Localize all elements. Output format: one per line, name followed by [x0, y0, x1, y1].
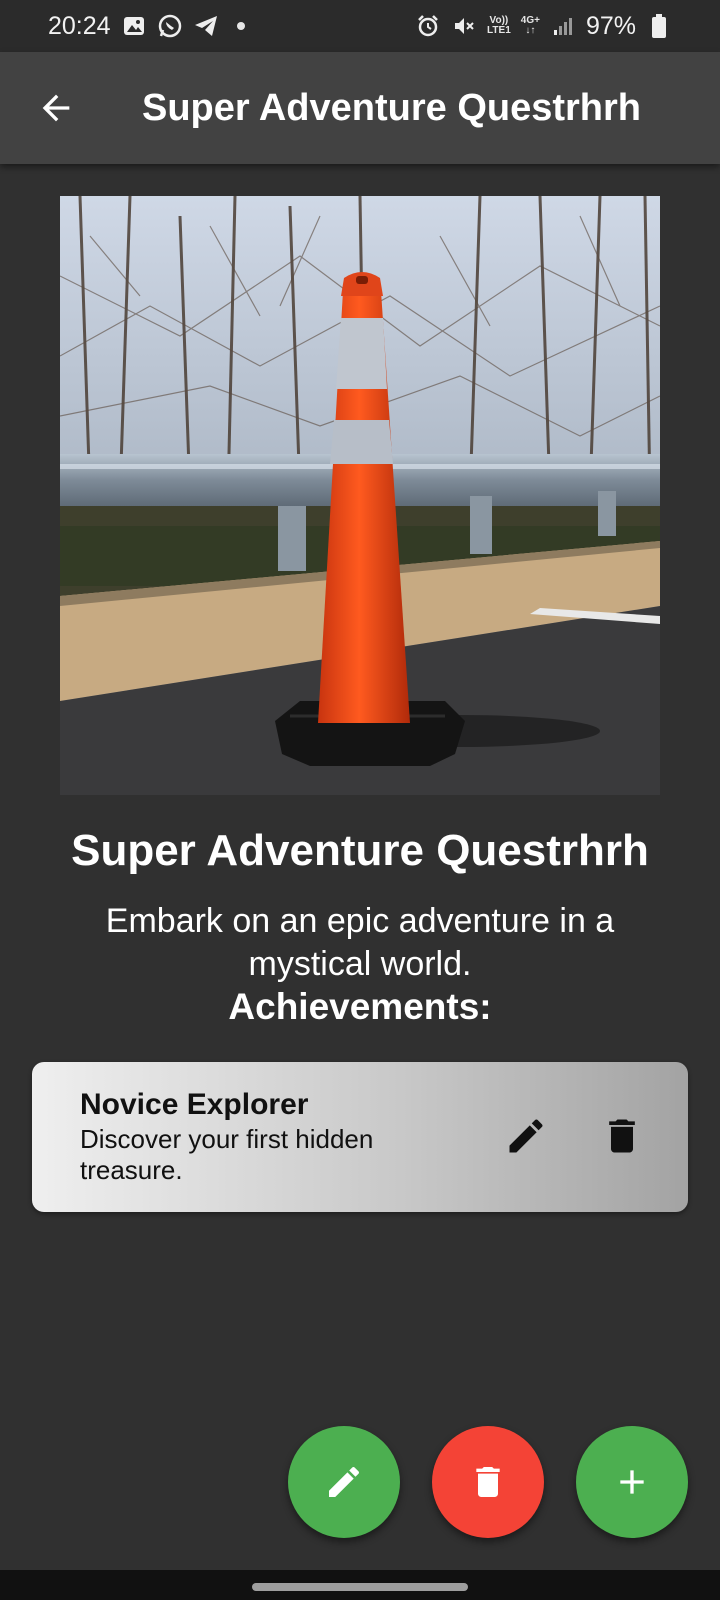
- network-bottom: LTE1: [487, 25, 511, 36]
- status-time: 20:24: [48, 11, 111, 40]
- achievements-heading: Achievements:: [228, 986, 492, 1027]
- quest-image: [60, 196, 660, 795]
- mute-icon: [451, 13, 477, 39]
- back-button[interactable]: [26, 78, 86, 138]
- quest-title: Super Adventure Questrhrh: [71, 826, 649, 875]
- app-bar: Super Adventure Questrhrh: [0, 52, 720, 164]
- pencil-icon: [509, 1119, 543, 1153]
- achievement-card: Novice Explorer Discover your first hidd…: [32, 1062, 688, 1212]
- arrow-back-icon: [42, 94, 70, 122]
- status-bar: 20:24 Vo)) LTE1 4G+ ↓↑ 97%: [0, 0, 720, 52]
- achievement-text: Novice Explorer Discover your first hidd…: [80, 1088, 440, 1186]
- whatsapp-icon: [157, 13, 183, 39]
- telegram-icon: [193, 13, 219, 39]
- delete-achievement-button[interactable]: [592, 1106, 652, 1166]
- screen: 20:24 Vo)) LTE1 4G+ ↓↑ 97% Super Adventu…: [0, 0, 720, 1600]
- achievement-description: Discover your first hidden treasure.: [80, 1124, 374, 1185]
- edit-achievement-button[interactable]: [496, 1106, 556, 1166]
- status-left: 20:24: [48, 12, 245, 41]
- status-right: Vo)) LTE1 4G+ ↓↑ 97%: [415, 12, 672, 41]
- trash-icon: [609, 1119, 635, 1153]
- home-indicator[interactable]: [252, 1583, 468, 1591]
- battery-icon: [646, 13, 672, 39]
- add-achievement-fab[interactable]: [576, 1426, 688, 1538]
- notification-dot-icon: [236, 22, 245, 30]
- network-gen-label: 4G+ ↓↑: [521, 16, 540, 36]
- edit-quest-fab[interactable]: [288, 1426, 400, 1538]
- achievement-name: Novice Explorer: [80, 1088, 309, 1121]
- alarm-icon: [415, 13, 441, 39]
- trash-icon: [476, 1467, 500, 1497]
- app-bar-title: Super Adventure Questrhrh: [142, 86, 642, 129]
- image-icon: [121, 13, 147, 39]
- battery-percent: 97%: [585, 11, 636, 40]
- network-label: Vo)) LTE1: [487, 16, 511, 36]
- data-arrows-icon: ↓↑: [525, 25, 536, 36]
- delete-quest-fab[interactable]: [432, 1426, 544, 1538]
- signal-icon: [550, 13, 576, 39]
- quest-description: Embark on an epic adventure in a mystica…: [105, 902, 615, 983]
- pencil-icon: [329, 1466, 360, 1497]
- plus-icon: [620, 1470, 644, 1494]
